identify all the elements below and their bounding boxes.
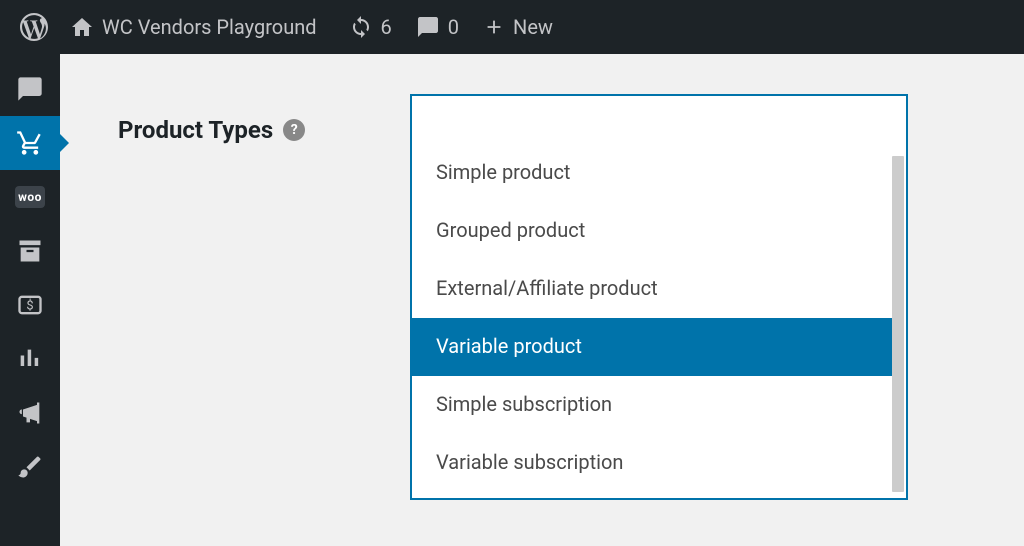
sidebar-item-marketing[interactable] [0,386,60,440]
setting-label-container: Product Types ? [90,94,370,144]
megaphone-icon [16,399,44,427]
sidebar-item-woocommerce[interactable]: woo [0,170,60,224]
help-icon[interactable]: ? [283,119,305,141]
comments-link[interactable]: 0 [404,0,471,54]
sidebar-item-products[interactable] [0,116,60,170]
svg-text:$: $ [26,299,33,314]
scrollbar[interactable] [892,156,904,492]
option-external-affiliate-product[interactable]: External/Affiliate product [412,260,892,318]
updates-count-label: 6 [381,15,392,39]
cart-icon [16,129,44,157]
brush-icon [16,453,44,481]
comment-icon [416,15,440,39]
option-variable-product[interactable]: Variable product [412,318,892,376]
site-name-label: WC Vendors Playground [102,15,317,39]
updates-link[interactable]: 6 [337,0,404,54]
option-simple-product[interactable]: Simple product [412,144,892,202]
option-variable-subscription[interactable]: Variable subscription [412,434,892,484]
product-types-setting-row: Product Types ? Simple product Grouped p… [90,94,994,500]
woo-icon: woo [15,186,45,208]
bar-chart-icon [16,345,44,373]
comment-icon [16,75,44,103]
comments-count-label: 0 [448,15,459,39]
sidebar-item-appearance[interactable] [0,440,60,494]
new-label: New [513,15,553,39]
sidebar-item-analytics[interactable] [0,332,60,386]
dollar-box-icon: $ [16,291,44,319]
select-options-list: Simple product Grouped product External/… [412,144,892,498]
sidebar-item-payments[interactable]: $ [0,278,60,332]
option-grouped-product[interactable]: Grouped product [412,202,892,260]
plus-icon [483,16,505,38]
sidebar-item-comments[interactable] [0,62,60,116]
sidebar-item-archive[interactable] [0,224,60,278]
product-types-select[interactable]: Simple product Grouped product External/… [410,94,908,500]
home-icon [70,15,94,39]
wordpress-icon [20,13,48,41]
archive-icon [16,237,44,265]
option-simple-subscription[interactable]: Simple subscription [412,376,892,434]
wordpress-logo[interactable] [10,0,58,54]
site-home-link[interactable]: WC Vendors Playground [58,0,329,54]
new-content-link[interactable]: New [471,0,565,54]
refresh-icon [349,15,373,39]
admin-toolbar: WC Vendors Playground 6 0 New [0,0,1024,54]
setting-label-text: Product Types [118,116,273,144]
admin-sidebar: woo $ [0,54,60,546]
settings-content: Product Types ? Simple product Grouped p… [60,54,1024,546]
